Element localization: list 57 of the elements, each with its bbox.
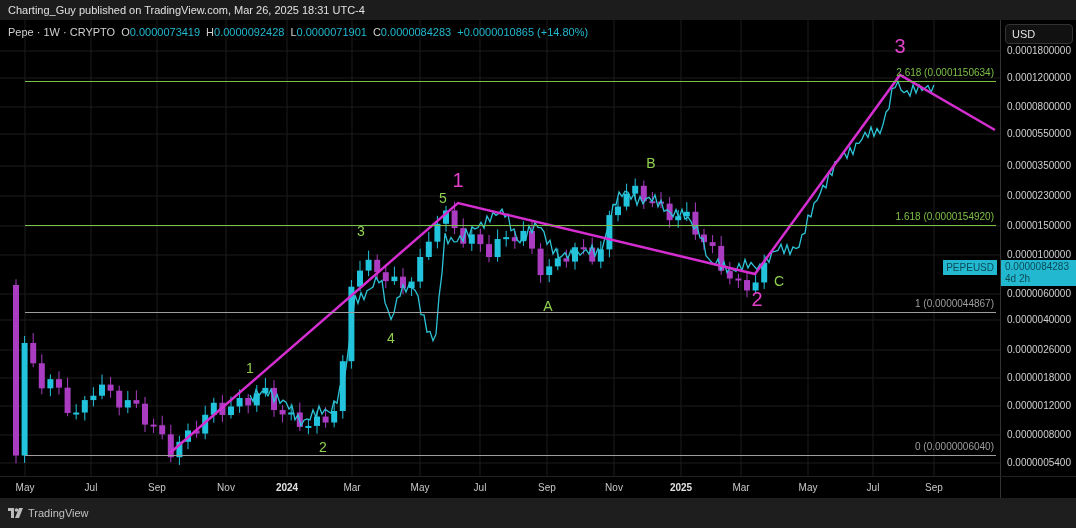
price-tick: 0.0000150000 bbox=[1007, 220, 1071, 232]
wave-label: 1 bbox=[452, 170, 464, 190]
price-tick: 0.0000012000 bbox=[1007, 400, 1071, 412]
wave-label: 3 bbox=[357, 224, 365, 238]
time-tick: 2024 bbox=[275, 482, 299, 494]
time-tick: Mar bbox=[343, 482, 361, 494]
publisher-text: Charting_Guy published on TradingView.com, Mar 26, 2025 18:31 UTC-4 bbox=[8, 2, 365, 18]
time-tick: Jul bbox=[866, 482, 880, 494]
price-tick: 0.0000800000 bbox=[1007, 101, 1071, 113]
symbol-label: Pepe · 1W · CRYPTO bbox=[8, 25, 116, 40]
price-tick: 0.0000350000 bbox=[1007, 160, 1071, 172]
fib-level-label: 1.618 (0.0000154920) bbox=[895, 211, 994, 223]
price-tick: 0.0000550000 bbox=[1007, 128, 1071, 140]
ohlc-value: L0.0000071901 bbox=[290, 25, 367, 40]
wave-label: 5 bbox=[439, 191, 447, 205]
currency-button[interactable]: USD bbox=[1005, 24, 1073, 44]
wave-label: 2 bbox=[319, 440, 327, 454]
price-tick: 0.0000026000 bbox=[1007, 344, 1071, 356]
price-tick: 0.0000060000 bbox=[1007, 288, 1071, 300]
price-tick: 0.0001200000 bbox=[1007, 72, 1071, 84]
wave-label: 2 bbox=[751, 289, 763, 309]
countdown-text: 4d 2h bbox=[1005, 273, 1032, 285]
wave-label: 4 bbox=[387, 331, 395, 345]
time-tick: Mar bbox=[732, 482, 750, 494]
fib-level-label: 0 (0.0000006040) bbox=[915, 441, 994, 453]
price-tick: 0.0000008000 bbox=[1007, 429, 1071, 441]
symbol-tag: PEPEUSD bbox=[943, 260, 997, 275]
price-tick: 0.0001800000 bbox=[1007, 45, 1071, 57]
time-tick: May bbox=[410, 482, 430, 494]
time-tick: Sep bbox=[538, 482, 556, 494]
time-tick: Sep bbox=[148, 482, 166, 494]
fib-level-label: 2.618 (0.0001150634) bbox=[896, 67, 994, 79]
wave-label: A bbox=[543, 299, 553, 313]
ohlc-value: C0.0000084283 bbox=[372, 25, 452, 40]
brand-text: TradingView bbox=[28, 505, 89, 521]
wave-label: C bbox=[773, 274, 785, 288]
time-tick: May bbox=[798, 482, 818, 494]
time-tick: Nov bbox=[217, 482, 235, 494]
time-tick: Nov bbox=[605, 482, 623, 494]
wave-label: B bbox=[646, 156, 656, 170]
change-value: +0.0000010865 (+14.80%) bbox=[457, 25, 589, 40]
price-tick: 0.0000040000 bbox=[1007, 314, 1071, 326]
time-tick: May bbox=[15, 482, 35, 494]
time-tick: Jul bbox=[84, 482, 98, 494]
time-tick: Sep bbox=[925, 482, 943, 494]
ohlc-value: O0.0000073419 bbox=[121, 25, 201, 40]
time-tick: 2025 bbox=[669, 482, 693, 494]
price-tick: 0.0000100000 bbox=[1007, 249, 1071, 261]
fib-level-label: 1 (0.0000044867) bbox=[915, 298, 994, 310]
time-tick: Jul bbox=[473, 482, 487, 494]
wave-label: 1 bbox=[246, 361, 254, 375]
price-tick: 0.0000230000 bbox=[1007, 190, 1071, 202]
price-tick: 0.0000018000 bbox=[1007, 372, 1071, 384]
wave-label: 3 bbox=[894, 36, 906, 56]
last-price-value: 0.0000084283 bbox=[1005, 261, 1070, 273]
ohlc-value: H0.0000092428 bbox=[206, 25, 285, 40]
price-tick: 0.0000005400 bbox=[1007, 457, 1071, 469]
